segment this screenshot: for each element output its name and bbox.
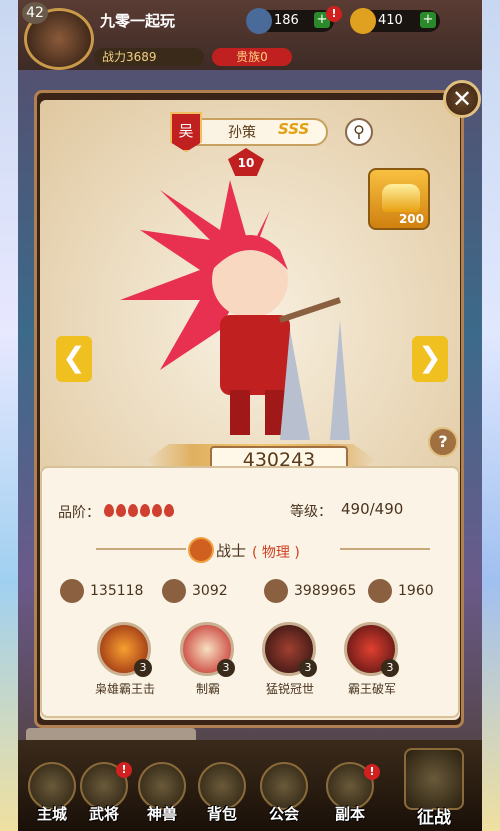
hero-rank: SSS bbox=[278, 120, 310, 138]
warrior-class-icon bbox=[188, 537, 214, 563]
quality-label: 品阶： bbox=[58, 505, 100, 521]
resource-2-value: 410 bbox=[378, 13, 403, 28]
skill-2-icon[interactable]: 3 bbox=[180, 622, 235, 677]
level-value: 490/490 bbox=[341, 500, 404, 518]
quality-drop-icon bbox=[116, 504, 127, 517]
right-decoration bbox=[482, 0, 500, 831]
health-icon bbox=[264, 579, 288, 603]
close-button[interactable]: ✕ bbox=[443, 80, 481, 118]
search-icon[interactable]: ⚲ bbox=[345, 118, 373, 146]
gold-reward-button[interactable]: 200 bbox=[368, 168, 430, 230]
generals-alert-badge: ! bbox=[116, 762, 132, 778]
skill-4-name: 霸王破军 bbox=[347, 682, 396, 696]
player-name: 九零一起玩 bbox=[100, 12, 176, 30]
resource-2: 410 + bbox=[350, 8, 440, 34]
campaign-icon[interactable] bbox=[404, 748, 464, 810]
class-name: 战士 bbox=[216, 542, 247, 560]
player-power: 战力3689 bbox=[94, 48, 204, 66]
skill-1-level: 3 bbox=[134, 659, 152, 677]
attack-icon bbox=[60, 579, 84, 603]
nav-dungeon[interactable]: 副本 bbox=[325, 803, 375, 824]
player-level: 42 bbox=[22, 2, 48, 24]
resource-2-add-button[interactable]: + bbox=[420, 12, 436, 28]
quality-row: 品阶： bbox=[58, 502, 176, 522]
level-label: 等级： bbox=[290, 504, 332, 520]
skill-4-level: 3 bbox=[381, 659, 399, 677]
quality-drop-icon bbox=[164, 504, 175, 517]
resource-1-value: 186 bbox=[274, 13, 299, 28]
quality-drop-icon bbox=[128, 504, 139, 517]
skill-2-level: 3 bbox=[217, 659, 235, 677]
nav-guild[interactable]: 公会 bbox=[259, 803, 309, 824]
divider-right bbox=[340, 548, 430, 550]
prev-hero-button[interactable]: ❮ bbox=[56, 336, 92, 382]
skill-1-icon[interactable]: 3 bbox=[97, 622, 152, 677]
hero-name: 孙策 bbox=[228, 125, 256, 141]
alert-badge: ! bbox=[326, 6, 342, 22]
speed-icon bbox=[368, 579, 392, 603]
quality-drop-icon bbox=[104, 504, 115, 517]
skill-2-name: 制霸 bbox=[195, 682, 220, 696]
gold-ingot-icon bbox=[382, 184, 420, 212]
gold-reward-amount: 200 bbox=[398, 212, 424, 226]
next-hero-button[interactable]: ❯ bbox=[412, 336, 448, 382]
resource-1-icon bbox=[246, 8, 272, 34]
class-type: ( 物理 ) bbox=[252, 545, 300, 561]
defense-value: 3092 bbox=[192, 583, 228, 599]
nav-generals[interactable]: 武将 bbox=[79, 803, 129, 824]
nav-backpack[interactable]: 背包 bbox=[197, 803, 247, 824]
nav-beasts[interactable]: 神兽 bbox=[137, 803, 187, 824]
skill-1-name: 枭雄霸王击 bbox=[94, 682, 155, 696]
skill-4-icon[interactable]: 3 bbox=[344, 622, 399, 677]
gold-ingot-icon bbox=[350, 8, 376, 34]
nav-campaign[interactable]: 征战 bbox=[409, 803, 459, 828]
hero-character-image bbox=[120, 180, 350, 440]
attack-value: 135118 bbox=[90, 583, 144, 599]
quality-drop-icon bbox=[152, 504, 163, 517]
left-decoration bbox=[0, 0, 18, 831]
resource-1: 186 + bbox=[246, 8, 334, 34]
speed-value: 1960 bbox=[398, 583, 434, 599]
skill-3-level: 3 bbox=[299, 659, 317, 677]
skill-3-icon[interactable]: 3 bbox=[262, 622, 317, 677]
defense-icon bbox=[162, 579, 186, 603]
health-value: 3989965 bbox=[294, 583, 357, 599]
quality-drop-icon bbox=[140, 504, 151, 517]
skill-3-name: 猛锐冠世 bbox=[265, 682, 314, 696]
dungeon-alert-badge: ! bbox=[364, 764, 380, 780]
divider-left bbox=[96, 548, 186, 550]
nav-main-city[interactable]: 主城 bbox=[27, 803, 77, 824]
help-button[interactable]: ? bbox=[428, 427, 458, 457]
noble-badge[interactable]: 贵族0 bbox=[212, 48, 292, 66]
